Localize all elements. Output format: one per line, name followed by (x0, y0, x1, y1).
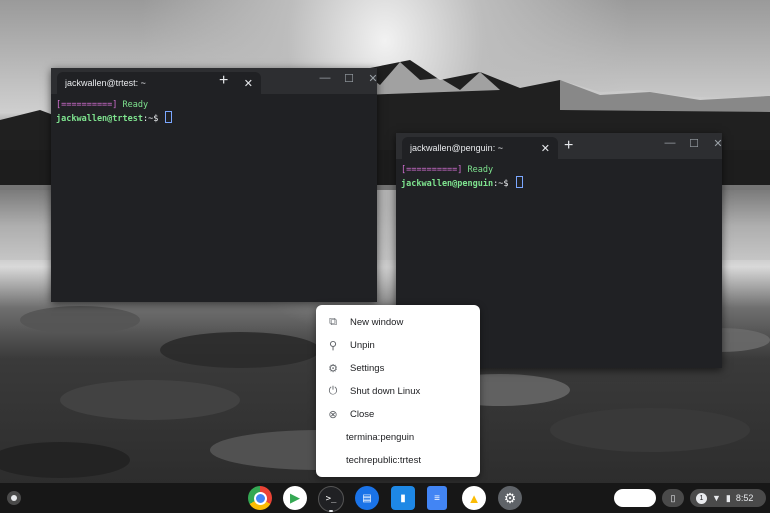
menu-item-new-window[interactable]: ⧉ New window (316, 311, 480, 333)
menu-item-label: Unpin (350, 339, 375, 351)
terminal-output[interactable]: [==========] Ready jackwallen@trtest:~$ (51, 94, 377, 131)
progress-text: [==========] (401, 165, 463, 175)
text-cursor (515, 176, 523, 188)
power-icon: ⏻ (328, 384, 338, 397)
ready-text: Ready (467, 165, 494, 175)
launcher-button[interactable] (7, 491, 21, 505)
terminal-glyph: >_ (325, 494, 337, 504)
terminal-window-trtest[interactable]: jackwallen@trtest: ~ ✕ + — ☐ ✕ [========… (51, 68, 379, 302)
chrome-app-icon[interactable] (248, 486, 272, 510)
files-app-icon[interactable]: ▮ (391, 486, 415, 510)
docs-app-icon[interactable]: ≡ (427, 486, 447, 510)
minimize-icon[interactable]: — (319, 72, 331, 85)
new-tab-icon[interactable]: + (564, 137, 573, 155)
menu-item-label: New window (350, 316, 404, 328)
drive-app-icon[interactable]: ▲ (462, 486, 486, 510)
clock: 8:52 (735, 493, 754, 503)
new-tab-icon[interactable]: + (219, 72, 228, 90)
menu-item-label: Shut down Linux (350, 385, 421, 397)
shelf-context-menu: ⧉ New window ⚲ Unpin ⚙ Settings ⏻ Shut d… (316, 305, 480, 477)
prompt-user: jackwallen@trtest (56, 114, 143, 124)
menu-item-settings[interactable]: ⚙ Settings (316, 357, 480, 379)
phone-icon: ▯ (670, 492, 676, 503)
running-indicator (329, 510, 333, 512)
maximize-icon[interactable]: ☐ (688, 137, 700, 150)
battery-icon: ▮ (725, 492, 731, 503)
progress-text: [==========] (56, 100, 118, 110)
new-window-icon: ⧉ (329, 315, 337, 328)
close-tab-icon[interactable]: ✕ (541, 142, 550, 155)
terminal-output[interactable]: [==========] Ready jackwallen@penguin:~$ (396, 159, 722, 196)
window-titlebar[interactable]: jackwallen@penguin: ~ ✕ + — ☐ ✕ (396, 133, 724, 159)
ready-text: Ready (122, 100, 149, 110)
terminal-app-icon[interactable]: >_ (318, 486, 344, 512)
menu-item-window-trtest[interactable]: techrepublic:trtest (316, 449, 480, 471)
menu-item-close[interactable]: ⊗ Close (316, 403, 480, 425)
prompt-suffix: :~$ (493, 179, 509, 189)
menu-item-shut-down-linux[interactable]: ⏻ Shut down Linux (316, 380, 480, 402)
terminal-tab[interactable]: jackwallen@penguin: ~ ✕ (402, 137, 558, 159)
minimize-icon[interactable]: — (664, 137, 676, 150)
menu-item-window-penguin[interactable]: termina:penguin (316, 426, 480, 448)
menu-item-label: techrepublic:trtest (346, 454, 421, 466)
gear-icon: ⚙ (328, 362, 338, 375)
window-titlebar[interactable]: jackwallen@trtest: ~ ✕ + — ☐ ✕ (51, 68, 379, 94)
notification-count-badge: 1 (696, 492, 707, 504)
close-tab-icon[interactable]: ✕ (244, 77, 253, 90)
terminal-tab[interactable]: jackwallen@trtest: ~ ✕ (57, 72, 261, 94)
account-avatars[interactable] (614, 489, 656, 507)
prompt-user: jackwallen@penguin (401, 179, 494, 189)
text-cursor (165, 111, 173, 123)
phone-hub-button[interactable]: ▯ (662, 489, 684, 507)
maximize-icon[interactable]: ☐ (343, 72, 355, 85)
tab-title: jackwallen@trtest: ~ (65, 78, 146, 88)
menu-item-label: Settings (350, 362, 385, 374)
shelf: ▶ >_ ▤ ▮ ≡ ▲ ⚙ ▯ 1 ▼ ▮ 8:52 (0, 483, 770, 513)
menu-item-label: Close (350, 408, 375, 420)
settings-app-icon[interactable]: ⚙ (498, 486, 522, 510)
tab-title: jackwallen@penguin: ~ (410, 143, 503, 153)
menu-item-label: termina:penguin (346, 431, 415, 443)
close-icon[interactable]: ✕ (712, 137, 724, 150)
menu-item-unpin[interactable]: ⚲ Unpin (316, 334, 480, 356)
pin-icon: ⚲ (328, 339, 338, 352)
close-icon[interactable]: ✕ (367, 72, 379, 85)
prompt-suffix: :~$ (143, 114, 159, 124)
messages-app-icon[interactable]: ▤ (355, 486, 379, 510)
wifi-icon: ▼ (712, 493, 721, 503)
close-circle-icon: ⊗ (328, 408, 338, 421)
status-area[interactable]: 1 ▼ ▮ 8:52 (690, 489, 766, 507)
play-store-app-icon[interactable]: ▶ (283, 486, 307, 510)
